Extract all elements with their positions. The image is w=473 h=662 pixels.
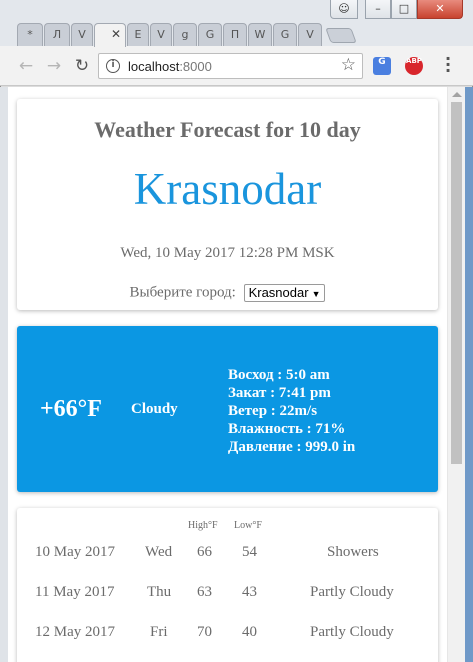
forecast-row: 11 May 2017 Thu 63 43 Partly Cloudy [17, 584, 438, 604]
city-select-row: Выберите город: Krasnodar ▼ [17, 284, 438, 302]
star-icon[interactable]: ☆ [341, 55, 356, 75]
forecast-low: 40 [242, 624, 257, 640]
new-tab-button[interactable] [325, 28, 357, 43]
chevron-down-icon: ▼ [311, 289, 321, 299]
maximize-button[interactable]: □ [391, 0, 417, 19]
tab-10[interactable]: W [248, 23, 272, 46]
city-name: Krasnodar [133, 164, 322, 214]
tab-strip: * Л V ✕ E V g G П W G V ☺ – □ ✕ [0, 0, 473, 47]
reload-icon[interactable]: ↻ [72, 57, 92, 77]
address-bar[interactable]: i localhost:8000 ☆ [98, 53, 363, 79]
tab-6[interactable]: V [150, 23, 172, 46]
translate-extension-icon[interactable]: G [373, 57, 391, 75]
tab-8[interactable]: G [198, 23, 222, 46]
tab-12[interactable]: V [298, 23, 322, 46]
forecast-day: Fri [150, 624, 168, 640]
humidity: Влажность : 71% [228, 421, 346, 437]
current-weather-card: +66°F Cloudy Восход : 5:0 am Закат : 7:4… [17, 326, 438, 492]
info-icon[interactable]: i [106, 59, 120, 73]
user-icon[interactable]: ☺ [330, 0, 358, 19]
back-arrow-icon[interactable]: ← [16, 57, 36, 77]
forecast-text: Partly Cloudy [310, 584, 394, 600]
tab-2[interactable]: Л [44, 23, 70, 46]
tab-3[interactable]: V [71, 23, 93, 46]
window-edge [0, 87, 8, 662]
forecast-high: 66 [197, 544, 212, 560]
forecast-low: 54 [242, 544, 257, 560]
forecast-day: Thu [147, 584, 172, 600]
page-title: Weather Forecast for 10 day [94, 117, 361, 142]
forecast-high: 63 [197, 584, 212, 600]
tab-1[interactable]: * [17, 23, 43, 46]
forecast-date: 11 May 2017 [35, 584, 115, 600]
forecast-high: 70 [197, 624, 212, 640]
menu-icon[interactable]: · · · [443, 51, 453, 79]
vertical-scrollbar[interactable] [447, 87, 465, 662]
forecast-card: High°F Low°F 10 May 2017 Wed 66 54 Showe… [17, 508, 438, 662]
forecast-date: 10 May 2017 [35, 544, 115, 560]
pressure: Давление : 999.0 in [228, 439, 356, 455]
tab-11[interactable]: G [273, 23, 297, 46]
forecast-date: 12 May 2017 [35, 624, 115, 640]
close-tab-icon[interactable]: ✕ [111, 24, 121, 45]
header-card: Weather Forecast for 10 day Krasnodar We… [17, 99, 438, 310]
forecast-text: Partly Cloudy [310, 624, 394, 640]
forecast-row: 10 May 2017 Wed 66 54 Showers [17, 544, 438, 564]
sunrise: Восход : 5:0 am [228, 367, 330, 383]
forecast-row: 12 May 2017 Fri 70 40 Partly Cloudy [17, 624, 438, 644]
column-header-low: Low°F [234, 520, 262, 531]
scroll-up-arrow-icon[interactable] [452, 92, 462, 97]
close-window-button[interactable]: ✕ [417, 0, 463, 19]
weather-details: Восход : 5:0 am Закат : 7:41 pm Ветер : … [228, 366, 355, 456]
window-edge [465, 87, 473, 662]
forward-arrow-icon[interactable]: → [44, 57, 64, 77]
page-viewport: Weather Forecast for 10 day Krasnodar We… [8, 87, 447, 662]
date-time: Wed, 10 May 2017 12:28 PM MSK [120, 245, 335, 261]
current-condition: Cloudy [131, 401, 178, 417]
sunset: Закат : 7:41 pm [228, 385, 331, 401]
forecast-text: Showers [327, 544, 379, 560]
column-header-high: High°F [188, 520, 218, 531]
adblock-extension-icon[interactable]: ABP [405, 57, 423, 75]
tab-active[interactable]: ✕ [94, 23, 126, 47]
forecast-day: Wed [145, 544, 173, 560]
browser-toolbar: ← → ↻ i localhost:8000 ☆ G ABP · · · [0, 46, 473, 86]
tab-7[interactable]: g [173, 23, 197, 46]
scrollbar-thumb[interactable] [451, 102, 462, 464]
city-select[interactable]: Krasnodar ▼ [243, 284, 326, 302]
city-select-label: Выберите город: [129, 284, 236, 301]
minimize-button[interactable]: – [365, 0, 391, 19]
forecast-low: 43 [242, 584, 257, 600]
wind: Ветер : 22m/s [228, 403, 318, 419]
url-text[interactable]: localhost:8000 [128, 59, 212, 74]
tab-5[interactable]: E [127, 23, 149, 46]
current-temperature: +66°F [40, 396, 102, 422]
tab-9[interactable]: П [223, 23, 247, 46]
